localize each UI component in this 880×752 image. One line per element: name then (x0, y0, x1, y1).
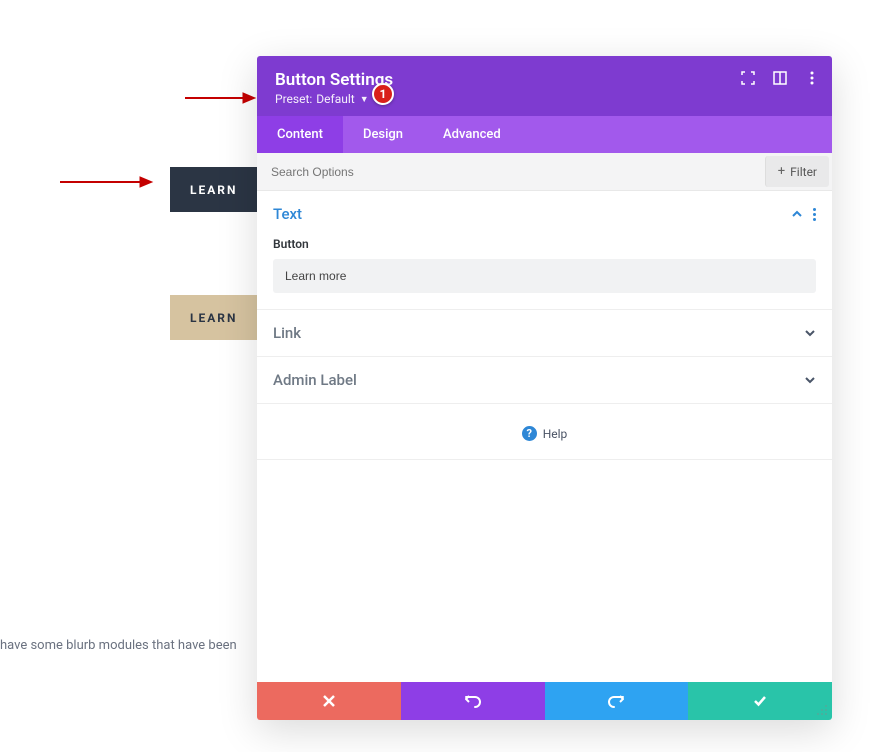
help-label: Help (543, 427, 568, 441)
section-kebab-icon[interactable] (813, 208, 816, 221)
button-field-label: Button (273, 237, 816, 251)
chevron-down-icon: ▼ (360, 94, 369, 105)
kebab-menu-icon[interactable] (804, 70, 820, 86)
button-text-input[interactable] (273, 259, 816, 293)
preset-value: Default (316, 92, 354, 106)
undo-button[interactable] (401, 682, 545, 720)
resize-grip-icon[interactable] (816, 704, 828, 716)
button-settings-modal: Button Settings Preset: Default ▼ 1 (257, 56, 832, 720)
section-text: Text Button (257, 191, 832, 310)
snap-icon[interactable] (772, 70, 788, 86)
background-button-dark-label: LEARN (190, 183, 237, 197)
chevron-up-icon (791, 208, 803, 220)
section-admin-label-title: Admin Label (273, 371, 357, 389)
section-text-title: Text (273, 205, 302, 223)
undo-icon (465, 693, 481, 709)
search-input[interactable] (257, 155, 762, 189)
redo-icon (608, 693, 624, 709)
search-row: + Filter (257, 153, 832, 191)
tab-advanced[interactable]: Advanced (423, 116, 521, 153)
header-icon-group (740, 70, 820, 86)
chevron-down-icon (804, 327, 816, 339)
footer-bar (257, 682, 832, 720)
tab-content[interactable]: Content (257, 116, 343, 153)
redo-button[interactable] (545, 682, 689, 720)
section-text-body: Button (257, 237, 832, 309)
plus-icon: + (778, 164, 785, 179)
background-button-tan-label: LEARN (190, 311, 237, 325)
preset-selector[interactable]: Preset: Default ▼ (275, 92, 814, 106)
section-admin-label: Admin Label (257, 357, 832, 404)
expand-icon[interactable] (740, 70, 756, 86)
section-link: Link (257, 310, 832, 357)
save-button[interactable] (688, 682, 832, 720)
filter-label: Filter (790, 165, 817, 179)
tabs: Content Design Advanced (257, 116, 832, 153)
annotation-arrow-1 (185, 92, 257, 104)
tab-design[interactable]: Design (343, 116, 423, 153)
content-area: Text Button Link Admin Label (257, 191, 832, 682)
annotation-arrow-2 (60, 176, 155, 188)
modal-title: Button Settings (275, 70, 814, 90)
filter-button[interactable]: + Filter (765, 156, 829, 187)
preset-label: Preset: (275, 92, 312, 106)
section-admin-label-header[interactable]: Admin Label (257, 357, 832, 403)
close-icon (323, 695, 335, 707)
section-link-title: Link (273, 324, 301, 342)
help-icon: ? (522, 426, 537, 441)
section-text-header[interactable]: Text (257, 191, 832, 237)
help-row[interactable]: ? Help (257, 404, 832, 460)
modal-header: Button Settings Preset: Default ▼ 1 (257, 56, 832, 116)
cancel-button[interactable] (257, 682, 401, 720)
chevron-down-icon (804, 374, 816, 386)
check-icon (753, 694, 767, 708)
annotation-badge-1: 1 (372, 83, 394, 105)
section-link-header[interactable]: Link (257, 310, 832, 356)
background-body-text: have some blurb modules that have been (0, 638, 237, 653)
